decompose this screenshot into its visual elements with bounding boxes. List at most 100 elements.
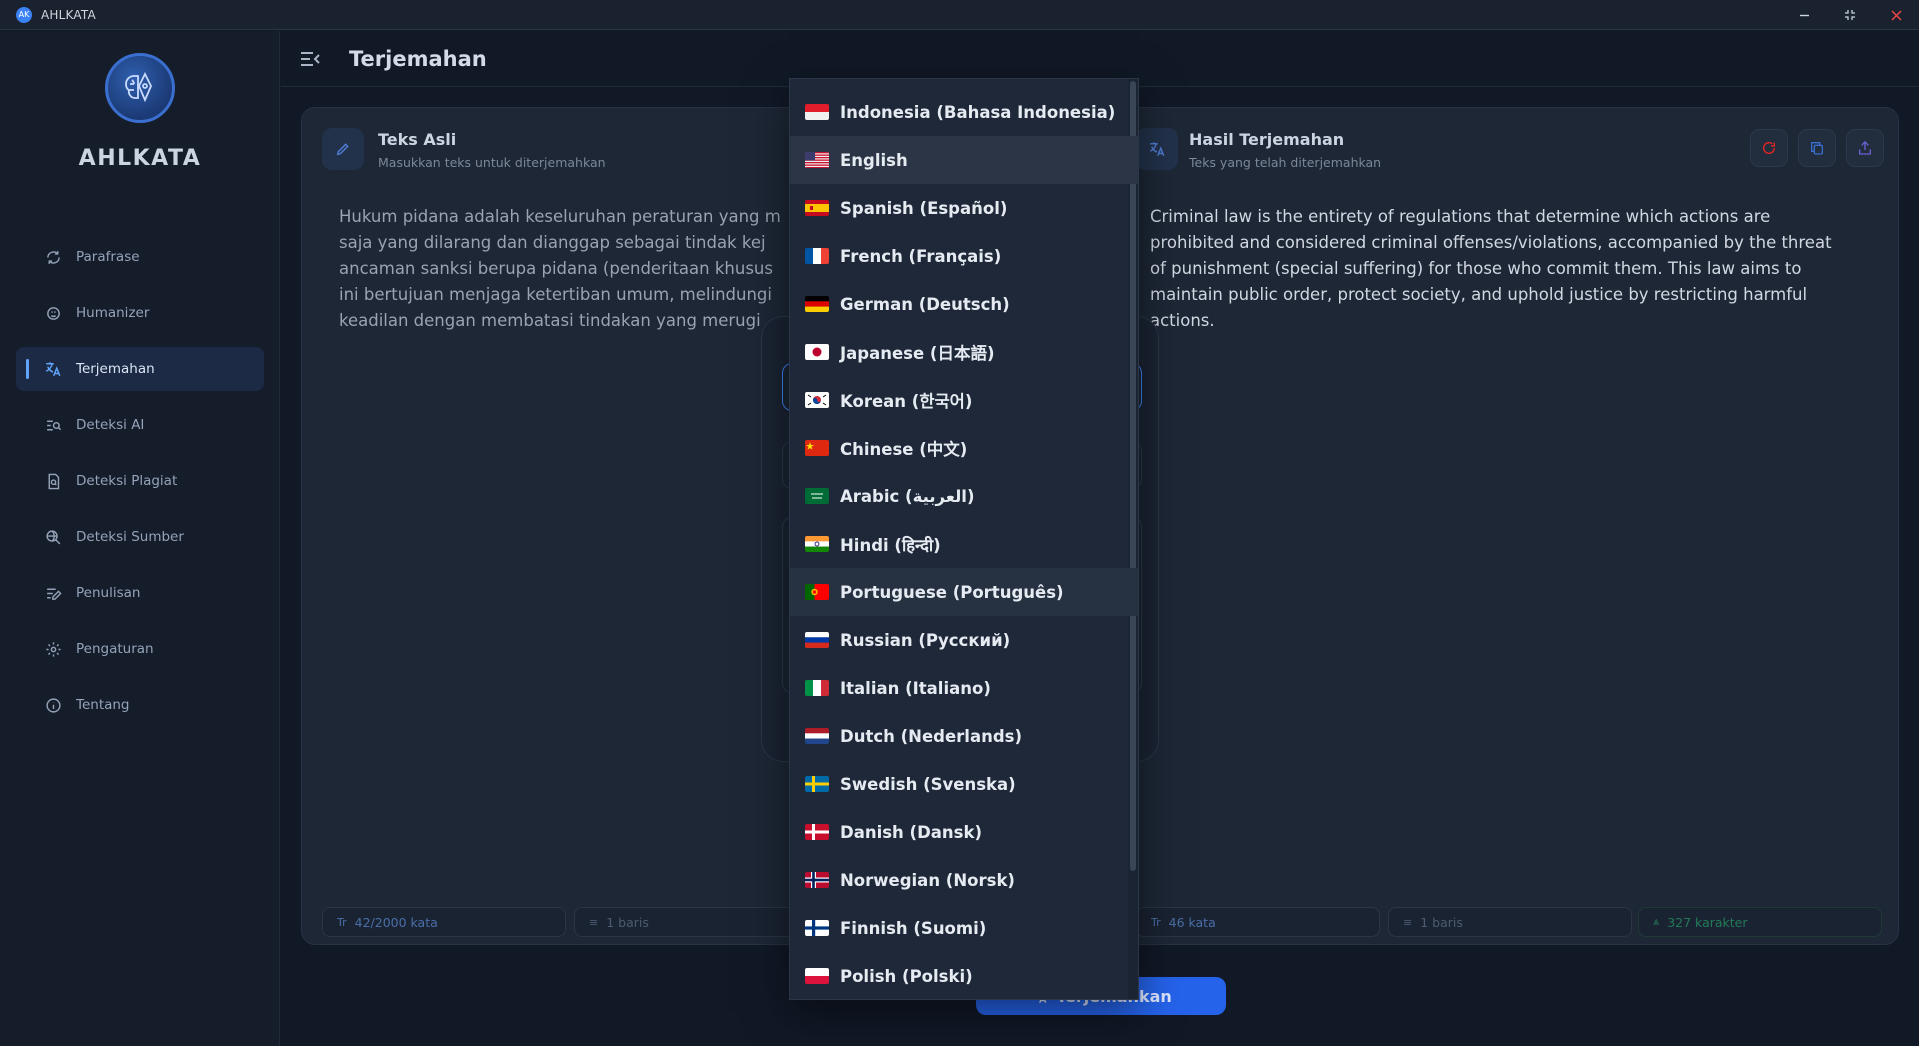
usa-flag-icon xyxy=(805,152,829,168)
ai-detect-icon xyxy=(44,416,62,434)
portugal-flag-icon xyxy=(805,584,829,600)
language-option-hi[interactable]: Hindi (हिन्दी) xyxy=(790,520,1138,568)
finland-flag-icon xyxy=(805,920,829,936)
refresh-button[interactable] xyxy=(1750,129,1788,167)
language-option-it[interactable]: Italian (Italiano) xyxy=(790,664,1138,712)
close-icon[interactable] xyxy=(1873,0,1919,30)
language-option-zh[interactable]: Chinese (中文) xyxy=(790,424,1138,472)
language-option-nl[interactable]: Dutch (Nederlands) xyxy=(790,712,1138,760)
text-size-icon: Tr xyxy=(337,915,347,929)
language-option-ru[interactable]: Russian (Русский) xyxy=(790,616,1138,664)
window-title: AHLKATA xyxy=(41,7,96,22)
sidebar-item-deteksi-ai[interactable]: Deteksi AI xyxy=(16,403,264,447)
language-option-no[interactable]: Norwegian (Norsk) xyxy=(790,856,1138,904)
sidebar-item-pengaturan[interactable]: Pengaturan xyxy=(16,627,264,671)
minimize-icon[interactable] xyxy=(1781,0,1827,30)
source-pane-subtitle: Masukkan teks untuk diterjemahkan xyxy=(378,155,606,170)
language-option-sv[interactable]: Swedish (Svenska) xyxy=(790,760,1138,808)
language-option-ja[interactable]: Japanese (日本語) xyxy=(790,328,1138,376)
window-controls xyxy=(1781,0,1919,30)
korea-flag-icon xyxy=(805,392,829,408)
result-char-count: ⩓ 327 karakter xyxy=(1638,907,1882,937)
language-option-en[interactable]: English xyxy=(790,136,1138,184)
result-word-count: Tr 46 kata xyxy=(1136,907,1380,937)
sidebar-item-label: Deteksi Plagiat xyxy=(76,473,178,489)
sidebar-item-penulisan[interactable]: Penulisan xyxy=(16,571,264,615)
source-pane-title: Teks Asli xyxy=(378,130,457,149)
sidebar-item-deteksi-sumber[interactable]: Deteksi Sumber xyxy=(16,515,264,559)
norway-flag-icon xyxy=(805,872,829,888)
sidebar-item-label: Deteksi AI xyxy=(76,417,145,433)
netherlands-flag-icon xyxy=(805,728,829,744)
refresh-icon xyxy=(44,248,62,266)
language-option-fi[interactable]: Finnish (Suomi) xyxy=(790,904,1138,952)
language-option-es[interactable]: Spanish (Español) xyxy=(790,184,1138,232)
export-button[interactable] xyxy=(1846,129,1884,167)
translate-icon xyxy=(1136,128,1178,170)
spain-flag-icon xyxy=(805,200,829,216)
language-option-fr[interactable]: French (Français) xyxy=(790,232,1138,280)
source-text-line: saja yang dilarang dan dianggap sebagai … xyxy=(339,233,766,252)
gear-icon xyxy=(44,640,62,658)
russia-flag-icon xyxy=(805,632,829,648)
result-text-line: prohibited and considered criminal offen… xyxy=(1150,233,1832,252)
language-dropdown[interactable]: Indonesia (Bahasa Indonesia) English Spa… xyxy=(789,78,1139,1000)
text-size-icon: Tr xyxy=(1151,915,1161,929)
sidebar-item-humanizer[interactable]: Humanizer xyxy=(16,291,264,335)
language-option-ar[interactable]: Arabic (العربية) xyxy=(790,472,1138,520)
result-text-line: maintain public order, protect society, … xyxy=(1150,285,1808,304)
france-flag-icon xyxy=(805,248,829,264)
sidebar-item-parafrase[interactable]: Parafrase xyxy=(16,235,264,279)
sidebar-nav: Parafrase Humanizer Terjemahan Deteksi A… xyxy=(16,235,264,739)
sidebar-item-label: Humanizer xyxy=(76,305,150,321)
sidebar-item-label: Tentang xyxy=(76,697,130,713)
translate-icon xyxy=(44,360,62,378)
plagiarism-icon xyxy=(44,472,62,490)
indonesia-flag-icon xyxy=(805,104,829,120)
brand-name: AHLKATA xyxy=(78,146,202,171)
source-line-count: ≡ 1 baris xyxy=(574,907,818,937)
brain-icon xyxy=(44,304,62,322)
app-logo xyxy=(105,53,175,123)
poland-flag-icon xyxy=(805,968,829,984)
language-option-da[interactable]: Danish (Dansk) xyxy=(790,808,1138,856)
page-title: Terjemahan xyxy=(349,46,487,71)
sweden-flag-icon xyxy=(805,776,829,792)
result-pane-subtitle: Teks yang telah diterjemahkan xyxy=(1189,155,1382,170)
sidebar-item-label: Parafrase xyxy=(76,249,140,265)
result-pane-title: Hasil Terjemahan xyxy=(1189,130,1345,149)
language-option-id[interactable]: Indonesia (Bahasa Indonesia) xyxy=(790,88,1138,136)
language-option-pt[interactable]: Portuguese (Português) xyxy=(790,568,1138,616)
italy-flag-icon xyxy=(805,680,829,696)
india-flag-icon xyxy=(805,536,829,552)
sidebar-item-terjemahan[interactable]: Terjemahan xyxy=(16,347,264,391)
character-icon: ⩓ xyxy=(1653,915,1660,928)
source-text-line: Hukum pidana adalah keseluruhan peratura… xyxy=(339,207,781,226)
source-search-icon xyxy=(44,528,62,546)
japan-flag-icon xyxy=(805,344,829,360)
language-option-de[interactable]: German (Deutsch) xyxy=(790,280,1138,328)
sidebar-item-deteksi-plagiat[interactable]: Deteksi Plagiat xyxy=(16,459,264,503)
language-option-pl[interactable]: Polish (Polski) xyxy=(790,952,1138,999)
sidebar-item-tentang[interactable]: Tentang xyxy=(16,683,264,727)
result-line-count: ≡ 1 baris xyxy=(1388,907,1632,937)
copy-button[interactable] xyxy=(1798,129,1836,167)
result-text-line: Criminal law is the entirety of regulati… xyxy=(1150,207,1771,226)
source-text-line: ini bertujuan menjaga ketertiban umum, m… xyxy=(339,285,772,304)
sidebar-item-label: Pengaturan xyxy=(76,641,154,657)
sidebar-item-label: Terjemahan xyxy=(76,361,155,377)
denmark-flag-icon xyxy=(805,824,829,840)
language-option-ko[interactable]: Korean (한국어) xyxy=(790,376,1138,424)
source-word-count: Tr 42/2000 kata xyxy=(322,907,566,937)
source-text-input[interactable]: Hukum pidana adalah keseluruhan peratura… xyxy=(339,204,799,334)
source-text-line: keadilan dengan membatasi tindakan yang … xyxy=(339,311,761,330)
info-icon xyxy=(44,696,62,714)
source-text-line: ancaman sanksi berupa pidana (penderitaa… xyxy=(339,259,773,278)
app-icon: AK xyxy=(16,6,32,23)
sidebar-item-label: Deteksi Sumber xyxy=(76,529,184,545)
lines-icon: ≡ xyxy=(1403,915,1413,929)
menu-collapse-icon[interactable] xyxy=(298,47,322,71)
restore-icon[interactable] xyxy=(1827,0,1873,30)
result-text-line: of punishment (special suffering) for th… xyxy=(1150,259,1802,278)
china-flag-icon xyxy=(805,440,829,456)
